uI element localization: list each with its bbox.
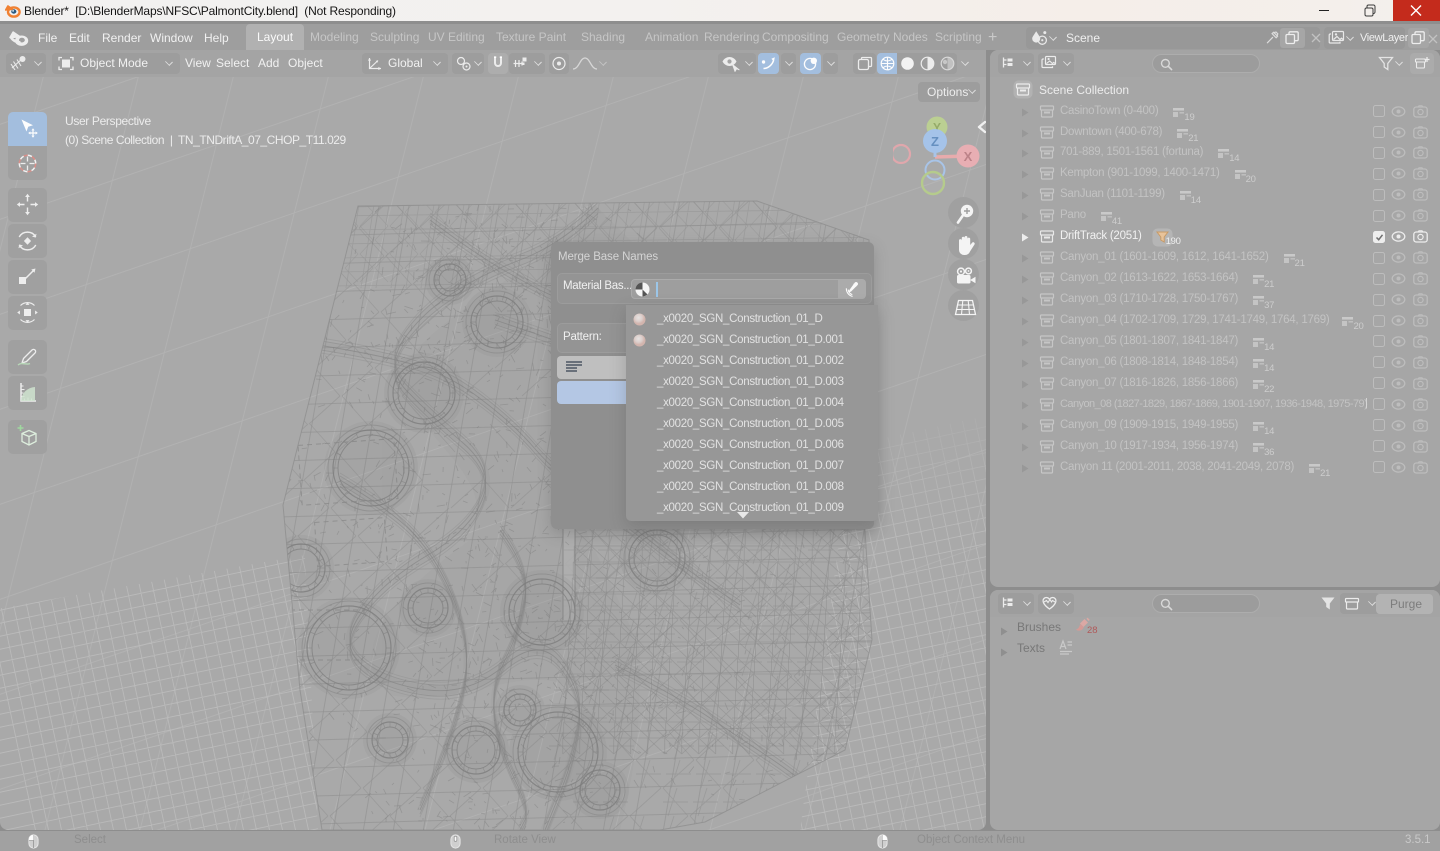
svg-text:X: X	[964, 149, 973, 164]
svg-text:Z: Z	[931, 134, 939, 149]
